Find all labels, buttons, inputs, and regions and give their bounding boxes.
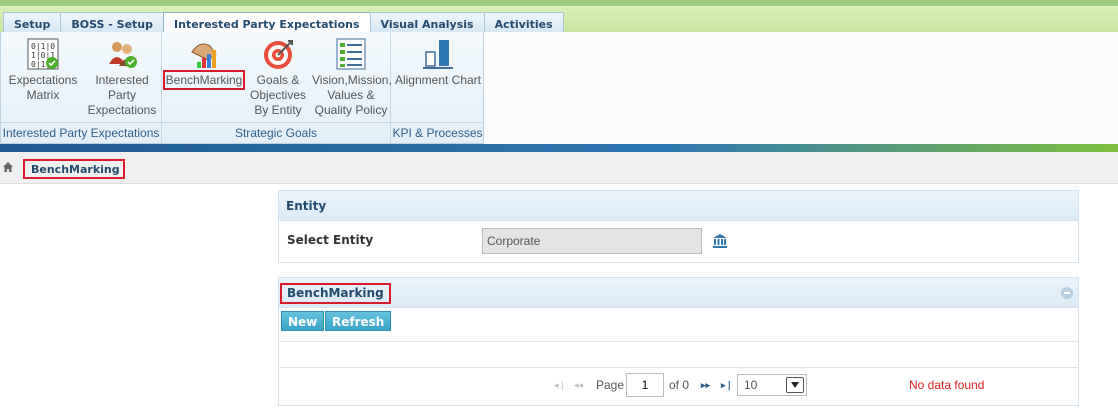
- page-number-input[interactable]: [626, 373, 664, 397]
- handshake-chart-icon: [188, 38, 220, 70]
- checklist-icon: [335, 38, 367, 70]
- alignment-chart-button[interactable]: Alignment Chart: [393, 38, 483, 88]
- breadcrumb: BenchMarking: [0, 152, 1118, 184]
- header-separator-bar: [0, 144, 1118, 152]
- next-page-icon[interactable]: ▸▸: [701, 380, 710, 391]
- ribbon-group-label: Strategic Goals: [162, 122, 390, 144]
- people-icon: [106, 38, 138, 70]
- ribbon-group-label: KPI & Processes: [391, 122, 484, 144]
- goals-objectives-button[interactable]: Goals & Objectives By Entity: [246, 38, 310, 118]
- ribbon-group-kpi-processes: Alignment Chart KPI & Processes: [391, 32, 484, 144]
- benchmarking-button[interactable]: BenchMarking: [162, 38, 246, 90]
- page-label: Page: [596, 378, 625, 392]
- bar-chart-icon: [422, 38, 454, 70]
- entity-panel-title: Entity: [279, 191, 1078, 221]
- page-count-label: of 0: [669, 378, 690, 392]
- ribbon-group-strategic-goals: BenchMarking Goals & Objectives By Entit…: [162, 32, 392, 144]
- benchmarking-panel: BenchMarking New Refresh ◂❘ ◂◂ Page of 0…: [278, 277, 1079, 406]
- bank-icon[interactable]: [712, 233, 728, 249]
- grid-body: [279, 342, 1078, 368]
- benchmarking-panel-title: BenchMarking: [280, 283, 391, 304]
- expectations-matrix-button[interactable]: 0|1|0 1|0|1 0|1| Expectations Matrix: [7, 38, 79, 103]
- page-size-select[interactable]: 10: [737, 374, 807, 396]
- refresh-button[interactable]: Refresh: [325, 311, 392, 331]
- ribbon: 0|1|0 1|0|1 0|1| Expectations Matrix Int…: [0, 32, 484, 144]
- new-button[interactable]: New: [281, 311, 325, 331]
- vision-mission-button[interactable]: Vision,Mission, Values & Quality Policy: [312, 38, 392, 118]
- prev-page-icon[interactable]: ◂◂: [574, 380, 583, 391]
- ribbon-empty-area: [484, 32, 1118, 144]
- benchmarking-panel-header: BenchMarking: [279, 278, 1078, 308]
- ribbon-group-label: Interested Party Expectations: [1, 122, 161, 144]
- pager: ◂❘ ◂◂ Page of 0 ▸▸ ▸❘ 10 No data found: [279, 368, 1078, 404]
- select-entity-label: Select Entity: [287, 233, 374, 247]
- entity-field[interactable]: Corporate: [482, 228, 702, 254]
- no-data-status: No data found: [909, 378, 985, 392]
- entity-row: Select Entity Corporate: [279, 221, 1078, 261]
- svg-text:0|1|0: 0|1|0: [31, 42, 55, 51]
- breadcrumb-current[interactable]: BenchMarking: [23, 159, 125, 179]
- matrix-icon: 0|1|0 1|0|1 0|1|: [27, 38, 59, 70]
- chevron-down-icon: [786, 377, 804, 393]
- home-icon[interactable]: [2, 161, 14, 173]
- page-size-value: 10: [744, 378, 758, 392]
- grid-toolbar: New Refresh: [279, 308, 1078, 342]
- entity-panel: Entity Select Entity Corporate: [278, 190, 1079, 263]
- ribbon-group-interested-party: 0|1|0 1|0|1 0|1| Expectations Matrix Int…: [1, 32, 162, 144]
- first-page-icon[interactable]: ◂❘: [554, 380, 566, 391]
- last-page-icon[interactable]: ▸❘: [721, 380, 733, 391]
- target-icon: [262, 38, 294, 70]
- interested-party-expectations-button[interactable]: Interested Party Expectations: [85, 38, 159, 118]
- collapse-icon[interactable]: [1061, 287, 1073, 299]
